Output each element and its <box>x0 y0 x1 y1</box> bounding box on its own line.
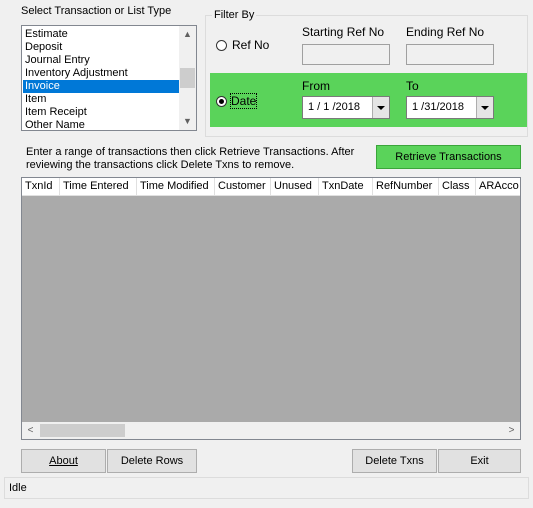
instructions-line-1: Enter a range of transactions then click… <box>26 146 355 158</box>
scroll-right-arrow-icon[interactable]: > <box>503 422 520 439</box>
from-date-picker[interactable]: 1 / 1 /2018 <box>302 96 390 119</box>
delete-rows-button[interactable]: Delete Rows <box>107 449 197 473</box>
retrieve-transactions-button[interactable]: Retrieve Transactions <box>376 145 521 169</box>
scroll-left-arrow-icon[interactable]: < <box>22 422 39 439</box>
column-header-time-modified[interactable]: Time Modified <box>137 178 215 195</box>
about-button[interactable]: About <box>21 449 106 473</box>
date-label: Date <box>229 93 258 109</box>
to-dropdown-arrow-icon[interactable] <box>476 97 493 118</box>
instructions-line-2: reviewing the transactions click Delete … <box>26 159 295 171</box>
delete-txns-button[interactable]: Delete Txns <box>352 449 437 473</box>
to-date-picker[interactable]: 1 /31/2018 <box>406 96 494 119</box>
grid-header: TxnId Time Entered Time Modified Custome… <box>22 178 520 196</box>
from-date-value: 1 / 1 /2018 <box>308 101 360 113</box>
column-header-araccount[interactable]: ARAcco <box>476 178 520 195</box>
column-header-txnid[interactable]: TxnId <box>22 178 60 195</box>
list-item[interactable]: Other Name <box>24 119 85 130</box>
scroll-thumb[interactable] <box>180 68 195 88</box>
column-header-class[interactable]: Class <box>439 178 476 195</box>
listbox-vertical-scrollbar[interactable]: ▲ ▼ <box>179 26 196 130</box>
column-header-refnumber[interactable]: RefNumber <box>373 178 439 195</box>
status-text: Idle <box>9 482 27 494</box>
exit-button[interactable]: Exit <box>438 449 521 473</box>
ending-ref-input[interactable] <box>406 44 494 65</box>
filter-by-title: Filter By <box>212 9 257 21</box>
column-header-time-entered[interactable]: Time Entered <box>60 178 137 195</box>
list-item[interactable]: Item <box>24 93 46 106</box>
ref-no-radio[interactable] <box>216 40 227 51</box>
column-header-customer[interactable]: Customer <box>215 178 271 195</box>
horizontal-scroll-thumb[interactable] <box>40 424 125 437</box>
to-label: To <box>406 79 419 93</box>
transaction-type-listbox[interactable]: Estimate Deposit Journal Entry Inventory… <box>21 25 197 131</box>
from-label: From <box>302 79 330 93</box>
scroll-down-arrow-icon[interactable]: ▼ <box>179 113 196 130</box>
column-header-unused[interactable]: Unused <box>271 178 319 195</box>
starting-ref-label: Starting Ref No <box>302 25 385 39</box>
ending-ref-label: Ending Ref No <box>406 25 485 39</box>
ref-no-label: Ref No <box>232 38 270 52</box>
list-item[interactable]: Estimate <box>24 28 68 41</box>
list-item[interactable]: Deposit <box>24 41 62 54</box>
scroll-up-arrow-icon[interactable]: ▲ <box>179 26 196 43</box>
list-item[interactable]: Journal Entry <box>24 54 90 67</box>
list-item[interactable]: Inventory Adjustment <box>24 67 128 80</box>
column-header-txndate[interactable]: TxnDate <box>319 178 373 195</box>
list-item-selected[interactable]: Invoice <box>23 80 181 93</box>
grid-horizontal-scrollbar[interactable]: < > <box>22 422 520 439</box>
status-bar: Idle <box>4 477 529 499</box>
transactions-grid[interactable]: TxnId Time Entered Time Modified Custome… <box>21 177 521 440</box>
list-item[interactable]: Item Receipt <box>24 106 87 119</box>
from-dropdown-arrow-icon[interactable] <box>372 97 389 118</box>
about-button-label: About <box>49 455 78 467</box>
starting-ref-input[interactable] <box>302 44 390 65</box>
to-date-value: 1 /31/2018 <box>412 101 464 113</box>
date-radio[interactable] <box>216 96 227 107</box>
list-type-label: Select Transaction or List Type <box>21 5 172 17</box>
